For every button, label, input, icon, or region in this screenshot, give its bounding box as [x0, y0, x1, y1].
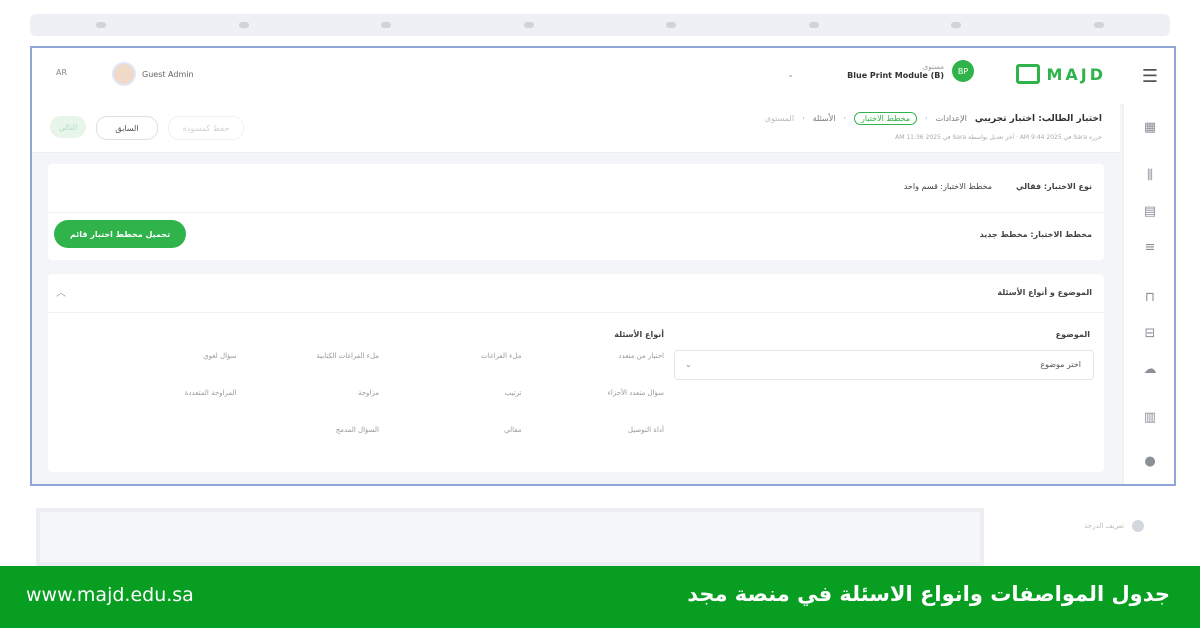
document-icon[interactable]: ▤ — [1142, 204, 1158, 219]
level-avatar: BP — [952, 60, 974, 82]
page-title: اختبار الطالب: اختبار تجريبي — [974, 113, 1102, 124]
test-plan-card: نوع الاختبار: فقالي مخطط الاختبار: قسم و… — [48, 164, 1104, 260]
step-level[interactable]: المستوى — [765, 114, 794, 123]
subject-placeholder: اختر موضوع — [1040, 360, 1081, 369]
question-type-item[interactable]: المزاوجة المتعددة — [94, 387, 237, 400]
question-type-item[interactable]: ترتيب — [379, 387, 522, 400]
next-button[interactable]: التالي — [50, 116, 86, 138]
background-blurred-panel — [36, 508, 984, 566]
level-name: Blue Print Module (B) — [847, 70, 944, 80]
question-type-item[interactable]: أداة التوصيل — [522, 424, 664, 437]
level-selector[interactable]: BP مستوى Blue Print Module (B) — [847, 60, 974, 82]
lock-icon[interactable]: ⊓ — [1142, 290, 1158, 305]
question-type-item[interactable]: السؤال المدمج — [237, 424, 379, 437]
save-draft-button[interactable]: حفظ كمسودة — [168, 116, 244, 140]
breadcrumb-bar: اختبار الطالب: اختبار تجريبي الإعدادات ·… — [32, 104, 1120, 153]
step-questions[interactable]: الأسئلة — [813, 114, 836, 123]
footer-url[interactable]: www.majd.edu.sa — [26, 584, 194, 606]
question-type-item[interactable]: سؤال متعدد الأجزاء — [522, 387, 664, 400]
breadcrumb: اختبار الطالب: اختبار تجريبي الإعدادات ·… — [764, 112, 1102, 125]
background-blurred-item: تعريف الدرجة — [1000, 508, 1170, 566]
cloud-icon[interactable]: ☁ — [1142, 362, 1158, 377]
bar-chart-icon[interactable]: ▥ — [1142, 410, 1158, 425]
edit-history: حرره Sara في 2025 9:44 AM · آخر تعديل بو… — [895, 134, 1102, 141]
top-header: ☰ MAJD BP مستوى Blue Print Module (B) ⌄ … — [32, 48, 1174, 105]
question-type-item[interactable]: مزاوجة — [237, 387, 379, 400]
list-icon[interactable]: ≡ — [1142, 240, 1158, 255]
level-role: مستوى — [922, 62, 944, 71]
divider — [48, 212, 1104, 213]
library-icon[interactable]: ⫼ — [1142, 168, 1158, 183]
footer-banner: www.majd.edu.sa جدول المواصفات وانواع ال… — [0, 566, 1200, 628]
chevron-down-icon[interactable]: ⌄ — [787, 70, 794, 79]
question-type-item[interactable]: ملء الفراغات الكتابية — [237, 350, 379, 363]
avatar — [112, 62, 136, 86]
load-plan-button[interactable]: تحميل مخطط اختبار قائم — [54, 220, 186, 248]
section-title: الموضوع و أنواع الأسئلة — [997, 288, 1092, 297]
question-type-item[interactable]: اختيار من متعدد — [522, 350, 664, 363]
app-window: ☰ MAJD BP مستوى Blue Print Module (B) ⌄ … — [30, 46, 1176, 486]
user-name: Guest Admin — [142, 69, 194, 79]
chevron-down-icon: ⌄ — [685, 360, 692, 369]
question-type-item[interactable]: مقالي — [379, 424, 521, 437]
plan-info-row: نوع الاختبار: فقالي مخطط الاختبار: قسم و… — [904, 182, 1092, 191]
blurred-label: تعريف الدرجة — [1084, 522, 1124, 530]
gear-icon — [1132, 520, 1144, 532]
question-type-item[interactable]: سؤال لغوي — [94, 350, 236, 363]
subject-label: الموضوع — [1055, 330, 1090, 339]
user-menu[interactable]: Guest Admin — [112, 62, 194, 86]
test-plan-type: مخطط الاختبار: قسم واحد — [903, 182, 993, 191]
divider — [48, 312, 1104, 313]
subject-select[interactable]: اختر موضوع ⌄ — [674, 350, 1094, 380]
question-types-label: أنواع الأسئلة — [614, 330, 664, 339]
logo-text: MAJD — [1046, 64, 1106, 84]
user-icon[interactable]: ● — [1142, 454, 1158, 469]
printer-icon[interactable]: ⊟ — [1142, 326, 1158, 341]
background-blurred-content — [30, 18, 1170, 32]
test-type: نوع الاختبار: فقالي — [1016, 182, 1092, 191]
question-type-item[interactable]: ملء الفراغات — [379, 350, 521, 363]
footer-caption: جدول المواصفات وانواع الاسئلة في منصة مج… — [687, 582, 1170, 606]
new-plan-label: مخطط الاختبار: مخطط جديد — [979, 230, 1092, 239]
previous-button[interactable]: السابق — [96, 116, 158, 140]
hamburger-icon[interactable]: ☰ — [1142, 66, 1158, 87]
subject-question-types-card: الموضوع و أنواع الأسئلة ︿ الموضوع اختر م… — [48, 274, 1104, 472]
side-nav: ▦ ⫼ ▤ ≡ ⊓ ⊟ ☁ ▥ ● — [1123, 104, 1174, 484]
action-buttons: التالي السابق حفظ كمسودة — [50, 116, 244, 140]
question-types-list: اختيار من متعدد ملء الفراغات ملء الفراغا… — [94, 350, 664, 437]
logo-mark-icon — [1016, 64, 1041, 84]
language-switch[interactable]: AR — [56, 68, 67, 77]
step-settings[interactable]: الإعدادات — [936, 114, 967, 123]
majd-logo[interactable]: MAJD — [1016, 64, 1106, 84]
dashboard-icon[interactable]: ▦ — [1142, 120, 1158, 135]
chevron-up-icon[interactable]: ︿ — [56, 284, 66, 299]
step-test-plan[interactable]: مخطط الاختبار — [854, 112, 918, 125]
